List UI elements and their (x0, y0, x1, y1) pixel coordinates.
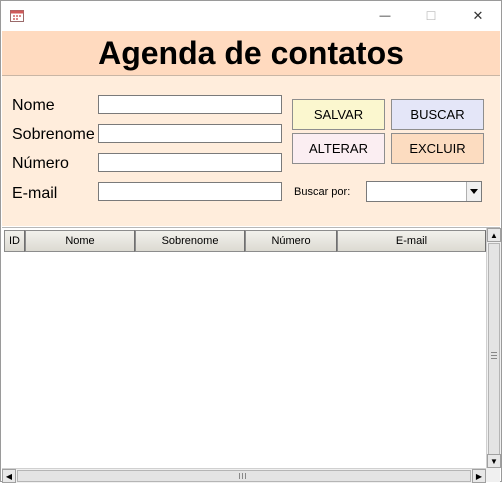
column-header-sobrenome[interactable]: Sobrenome (135, 230, 245, 252)
alterar-button[interactable]: ALTERAR (292, 133, 385, 164)
dropdown-arrow-icon[interactable] (466, 182, 481, 201)
sobrenome-label: Sobrenome (12, 126, 95, 143)
calendar-icon (10, 9, 24, 22)
scroll-up-icon[interactable]: ▲ (487, 228, 501, 242)
column-header-nome[interactable]: Nome (25, 230, 135, 252)
maximize-button[interactable]: ☐ (408, 1, 454, 31)
horizontal-scrollbar[interactable]: ◀ ▶ (2, 468, 486, 483)
numero-input[interactable] (98, 153, 282, 172)
column-header-id[interactable]: ID (4, 230, 25, 252)
email-label: E-mail (12, 185, 58, 202)
app-window: — ☐ ✕ Agenda de contatos Nome Sobrenome … (0, 0, 502, 483)
contact-form: Nome Sobrenome Número E-mail SALVAR BUSC… (2, 75, 500, 226)
vertical-scrollbar[interactable]: ▲ ▼ (486, 228, 501, 468)
grip-line (491, 358, 497, 359)
grip-line (239, 473, 240, 479)
buscar-button[interactable]: BUSCAR (391, 99, 484, 130)
nome-input[interactable] (98, 95, 282, 114)
maximize-icon: ☐ (425, 9, 437, 23)
minimize-icon: — (379, 10, 391, 22)
numero-label: Número (12, 155, 69, 172)
excluir-button[interactable]: EXCLUIR (391, 133, 484, 164)
close-icon: ✕ (472, 8, 484, 23)
minimize-button[interactable]: — (362, 1, 408, 31)
search-by-value (367, 184, 370, 198)
grip-line (245, 473, 246, 479)
scroll-down-icon[interactable]: ▼ (487, 454, 501, 468)
title-bar: — ☐ ✕ (1, 1, 501, 31)
grip-line (242, 473, 243, 479)
grip-line (491, 352, 497, 353)
nome-label: Nome (12, 97, 55, 114)
email-input[interactable] (98, 182, 282, 201)
close-button[interactable]: ✕ (455, 1, 501, 31)
scroll-right-icon[interactable]: ▶ (472, 469, 486, 483)
scroll-left-icon[interactable]: ◀ (2, 469, 16, 483)
scroll-corner (486, 468, 500, 482)
contacts-table: ID Nome Sobrenome Número E-mail ▲ ▼ ◀ ▶ (2, 227, 501, 483)
grip-line (491, 355, 497, 356)
column-header-numero[interactable]: Número (245, 230, 337, 252)
search-by-select[interactable] (366, 181, 482, 202)
page-title: Agenda de contatos (2, 31, 500, 75)
horizontal-scroll-thumb[interactable] (17, 470, 471, 482)
sobrenome-input[interactable] (98, 124, 282, 143)
vertical-scroll-thumb[interactable] (488, 243, 500, 468)
salvar-button[interactable]: SALVAR (292, 99, 385, 130)
search-by-label: Buscar por: (294, 186, 351, 198)
table-header: ID Nome Sobrenome Número E-mail (4, 230, 486, 252)
column-header-email[interactable]: E-mail (337, 230, 486, 252)
